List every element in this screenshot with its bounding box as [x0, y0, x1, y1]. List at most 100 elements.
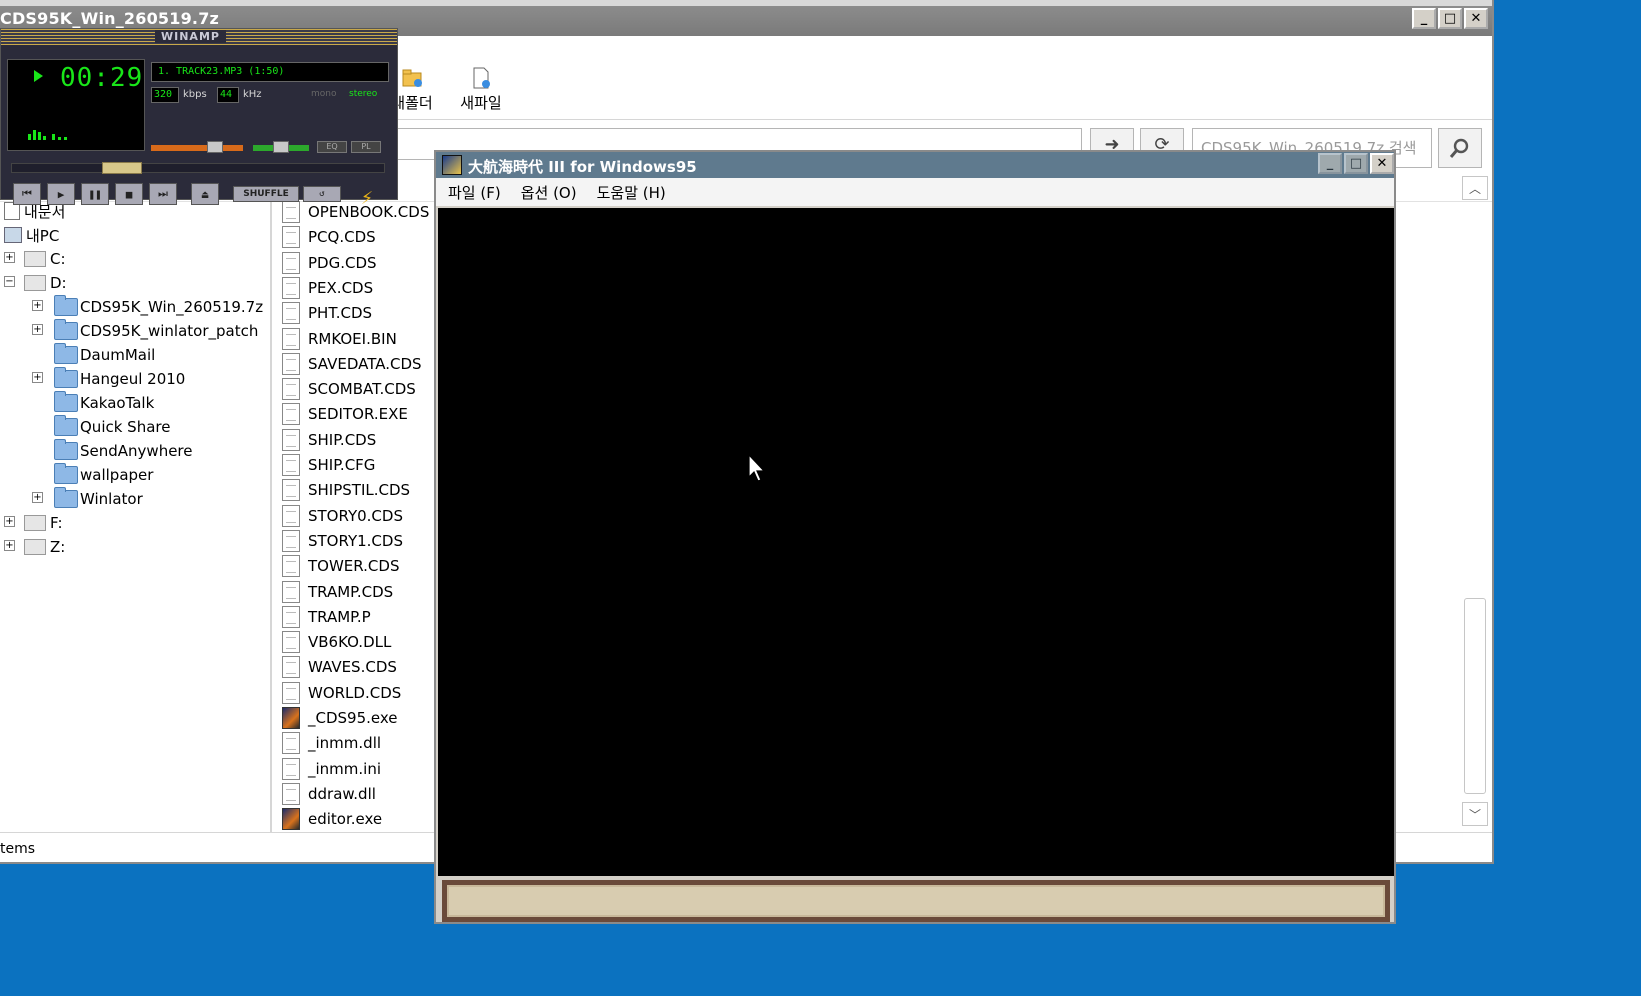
maximize-button[interactable]: □ — [1438, 8, 1462, 29]
equalizer-button[interactable]: EQ — [317, 141, 347, 153]
tree-folder[interactable]: Quick Share — [54, 415, 170, 438]
volume-knob[interactable] — [207, 141, 223, 153]
file-row[interactable]: PEX.CDS — [282, 276, 373, 300]
file-name: SHIP.CFG — [308, 456, 376, 474]
previous-button[interactable]: ⏮ — [13, 183, 41, 205]
game-screen[interactable] — [438, 208, 1394, 876]
stop-button[interactable]: ■ — [115, 183, 143, 205]
file-row[interactable]: WORLD.CDS — [282, 681, 401, 705]
file-row[interactable]: PCQ.CDS — [282, 225, 376, 249]
shuffle-button[interactable]: SHUFFLE — [233, 186, 299, 202]
seek-bar[interactable] — [11, 162, 385, 174]
file-name: _inmm.ini — [308, 759, 382, 778]
tree-folder[interactable]: KakaoTalk — [54, 391, 154, 414]
tree-drive-f[interactable]: F: — [24, 512, 63, 534]
balance-knob[interactable] — [273, 141, 289, 153]
file-row[interactable]: WAVES.CDS — [282, 655, 397, 679]
game-minimize-button[interactable]: _ — [1318, 153, 1342, 174]
eject-button[interactable]: ⏏ — [191, 183, 219, 205]
vertical-scrollbar[interactable]: ︿ ﹀ — [1462, 176, 1488, 832]
game-maximize-button[interactable]: □ — [1344, 153, 1368, 174]
application-icon — [282, 707, 300, 729]
file-row[interactable]: VB6KO.DLL — [282, 630, 391, 654]
file-row[interactable]: PHT.CDS — [282, 301, 372, 325]
folder-icon — [54, 391, 78, 412]
winamp-titlebar[interactable]: WINAMP — [1, 29, 397, 45]
play-button[interactable]: ▶ — [47, 183, 75, 205]
file-row[interactable]: SHIP.CDS — [282, 428, 376, 452]
file-row[interactable]: _inmm.dll — [282, 731, 381, 755]
tree-drive-d[interactable]: D: — [24, 272, 67, 294]
volume-slider[interactable] — [151, 145, 243, 151]
file-row[interactable]: SHIP.CFG — [282, 453, 375, 477]
file-row[interactable]: RMKOEI.BIN — [282, 327, 397, 351]
winamp-logo-icon[interactable]: ⚡ — [361, 185, 373, 209]
game-titlebar[interactable]: 大航海時代 III for Windows95 _ □ ✕ — [436, 152, 1394, 178]
tree-folder[interactable]: Hangeul 2010 — [54, 367, 185, 390]
search-button[interactable] — [1438, 128, 1482, 168]
expand-c-button[interactable]: + — [4, 252, 15, 263]
file-icon — [282, 201, 300, 223]
file-row[interactable]: SEDITOR.EXE — [282, 402, 408, 426]
expand-f-button[interactable]: + — [4, 516, 15, 527]
file-row[interactable]: SCOMBAT.CDS — [282, 377, 416, 401]
tree-label: F: — [50, 514, 63, 532]
close-button[interactable]: ✕ — [1464, 8, 1488, 29]
scroll-down-button[interactable]: ﹀ — [1462, 802, 1488, 826]
expand-folder-button[interactable]: + — [32, 300, 43, 311]
game-app-icon[interactable] — [442, 155, 462, 175]
playlist-button[interactable]: PL — [351, 141, 381, 153]
tree-folder[interactable]: DaumMail — [54, 343, 155, 366]
game-close-button[interactable]: ✕ — [1370, 153, 1394, 174]
folder-tree: 내문서 내PC + C: − D: + CDS95K_Win_260519.7z… — [0, 200, 272, 832]
tree-my-pc[interactable]: 내PC — [4, 224, 59, 246]
file-icon — [282, 529, 300, 552]
folder-icon — [54, 487, 78, 508]
file-row[interactable]: TRAMP.CDS — [282, 580, 393, 604]
menu-options[interactable]: 옵션 (O) — [521, 182, 577, 203]
visualizer-icon[interactable] — [28, 126, 88, 140]
file-name: RMKOEI.BIN — [308, 329, 397, 348]
file-row[interactable]: PDG.CDS — [282, 251, 377, 275]
tree-folder[interactable]: CDS95K_Win_260519.7z — [54, 295, 263, 318]
collapse-d-button[interactable]: − — [4, 276, 15, 287]
file-row[interactable]: _CDS95.exe — [282, 706, 398, 730]
track-title[interactable]: 1. TRACK23.MP3 (1:50) — [151, 62, 389, 82]
file-row[interactable]: TRAMP.P — [282, 605, 371, 629]
menu-help[interactable]: 도움말 (H) — [597, 182, 666, 203]
tree-folder[interactable]: SendAnywhere — [54, 439, 193, 462]
expand-z-button[interactable]: + — [4, 540, 15, 551]
file-row[interactable]: editor.exe — [282, 807, 382, 831]
file-row[interactable]: SHIPSTIL.CDS — [282, 478, 410, 502]
winamp-time[interactable]: 00:29 — [60, 63, 143, 93]
tree-folder[interactable]: CDS95K_winlator_patch — [54, 319, 258, 342]
file-row[interactable]: STORY0.CDS — [282, 504, 403, 528]
seek-knob[interactable] — [102, 162, 142, 174]
file-name: _CDS95.exe — [308, 709, 398, 727]
file-row[interactable]: SAVEDATA.CDS — [282, 352, 422, 376]
new-file-button[interactable]: 새파일 — [449, 66, 513, 113]
tree-folder[interactable]: wallpaper — [54, 463, 153, 486]
next-button[interactable]: ⏭ — [149, 183, 177, 205]
new-file-icon — [473, 67, 490, 89]
menu-file[interactable]: 파일 (F) — [448, 182, 501, 203]
scroll-up-button[interactable]: ︿ — [1462, 176, 1488, 200]
expand-folder-button[interactable]: + — [32, 324, 43, 335]
previous-icon: ⏮ — [22, 187, 32, 200]
expand-folder-button[interactable]: + — [32, 372, 43, 383]
minimize-button[interactable]: _ — [1412, 8, 1436, 29]
file-row[interactable]: STORY1.CDS — [282, 529, 403, 553]
tree-drive-c[interactable]: C: — [24, 248, 66, 270]
scroll-thumb[interactable] — [1464, 598, 1486, 794]
file-row[interactable]: TOWER.CDS — [282, 554, 399, 578]
repeat-button[interactable]: ↺ — [303, 186, 341, 202]
file-row[interactable]: ddraw.dll — [282, 782, 376, 806]
file-row[interactable]: _inmm.ini — [282, 757, 381, 781]
file-name: _inmm.dll — [308, 734, 382, 753]
winamp-player[interactable]: WINAMP 00:29 1. TRACK23.MP3 (1:50) 320 k… — [0, 28, 398, 209]
expand-folder-button[interactable]: + — [32, 492, 43, 503]
file-row[interactable]: OPENBOOK.CDS — [282, 200, 429, 224]
tree-drive-z[interactable]: Z: — [24, 536, 65, 558]
tree-folder[interactable]: Winlator — [54, 487, 143, 510]
pause-button[interactable]: ❚❚ — [81, 183, 109, 205]
